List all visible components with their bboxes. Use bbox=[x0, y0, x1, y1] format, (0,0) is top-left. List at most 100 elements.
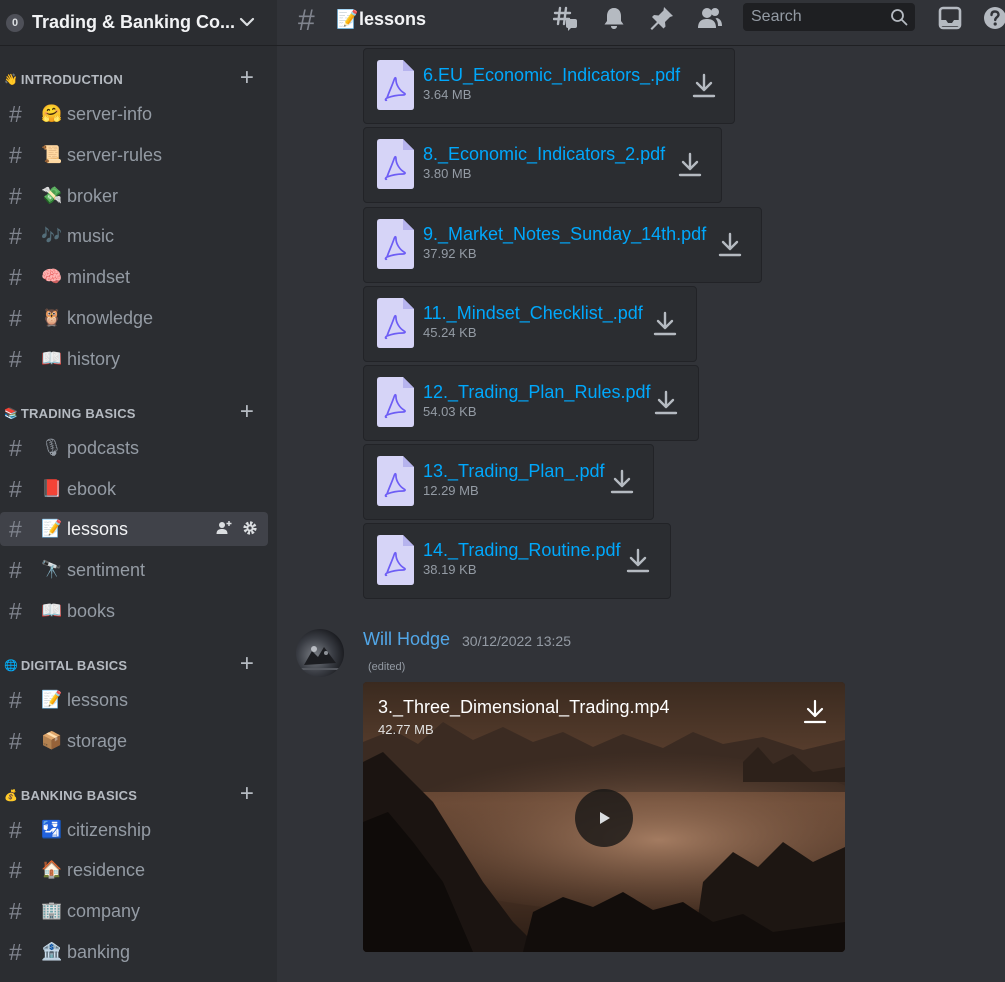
category-label: BANKING BASICS bbox=[20, 787, 138, 803]
channel-history[interactable]: # 📖 history bbox=[0, 342, 268, 376]
video-attachment[interactable]: 3._Three_Dimensional_Trading.mp4 42.77 M… bbox=[363, 682, 845, 952]
hash-icon: # bbox=[298, 4, 315, 37]
channel-emoji: 📝 bbox=[41, 690, 63, 709]
bell-icon[interactable] bbox=[601, 5, 627, 31]
channel-company[interactable]: # 🏢 company bbox=[0, 894, 268, 928]
file-size: 45.24 KB bbox=[423, 325, 477, 340]
channel-server-info[interactable]: # 🤗 server-info bbox=[0, 97, 268, 131]
threads-icon[interactable] bbox=[553, 5, 579, 31]
video-file-name: 3._Three_Dimensional_Trading.mp4 bbox=[378, 697, 670, 717]
category-introduction[interactable]: 👋 INTRODUCTION + bbox=[0, 65, 277, 93]
channel-storage[interactable]: # 📦 storage bbox=[0, 724, 268, 758]
avatar[interactable] bbox=[296, 629, 344, 677]
hash-icon: # bbox=[9, 345, 22, 372]
edited-label: (edited) bbox=[368, 661, 406, 673]
channel-broker[interactable]: # 💸 broker bbox=[0, 179, 268, 213]
channel-emoji: 📕 bbox=[41, 479, 63, 498]
hash-icon: # bbox=[9, 263, 22, 290]
channel-emoji: 🦉 bbox=[41, 308, 63, 327]
server-icon: 0 bbox=[6, 13, 24, 32]
download-icon[interactable] bbox=[803, 698, 827, 726]
hash-icon: # bbox=[9, 816, 22, 843]
channel-label: books bbox=[67, 600, 116, 621]
channel-emoji: 📜 bbox=[41, 145, 63, 164]
channel-emoji: 🏦 bbox=[41, 942, 63, 961]
file-link[interactable]: 12._Trading_Plan_Rules.pdf bbox=[423, 382, 651, 403]
pdf-file-icon bbox=[377, 377, 414, 427]
download-icon[interactable] bbox=[678, 151, 702, 179]
file-link[interactable]: 13._Trading_Plan_.pdf bbox=[423, 461, 604, 482]
download-icon[interactable] bbox=[718, 231, 742, 259]
channel-label: music bbox=[67, 225, 115, 246]
message-author[interactable]: Will Hodge bbox=[363, 629, 450, 650]
file-attachment: 6.EU_Economic_Indicators_.pdf 3.64 MB bbox=[363, 48, 735, 124]
create-channel-plus-icon[interactable]: + bbox=[237, 66, 257, 91]
category-emoji: 💰 bbox=[4, 789, 18, 802]
category-emoji: 👋 bbox=[4, 73, 18, 86]
file-attachment: 8._Economic_Indicators_2.pdf 3.80 MB bbox=[363, 127, 722, 203]
channel-podcasts[interactable]: # 🎙 podcasts bbox=[0, 431, 268, 465]
channel-server-rules[interactable]: # 📜 server-rules bbox=[0, 138, 268, 172]
category-banking-basics[interactable]: 💰 BANKING BASICS + bbox=[0, 781, 277, 809]
channel-emoji: 💸 bbox=[41, 186, 63, 205]
channel-label: podcasts bbox=[67, 437, 140, 458]
category-trading-basics[interactable]: 📚 TRADING BASICS + bbox=[0, 399, 277, 427]
category-digital-basics[interactable]: 🌐 DIGITAL BASICS + bbox=[0, 651, 277, 679]
file-attachment: 13._Trading_Plan_.pdf 12.29 MB bbox=[363, 444, 654, 520]
file-link[interactable]: 14._Trading_Routine.pdf bbox=[423, 540, 620, 561]
download-icon[interactable] bbox=[653, 310, 677, 338]
pin-icon[interactable] bbox=[649, 5, 675, 31]
channel-lessons[interactable]: # 📝 lessons bbox=[0, 683, 268, 717]
channel-music[interactable]: # 🎶 music bbox=[0, 219, 268, 253]
channel-label: banking bbox=[67, 941, 131, 962]
hash-icon: # bbox=[9, 182, 22, 209]
download-icon[interactable] bbox=[610, 468, 634, 496]
channel-emoji: 🤗 bbox=[41, 104, 63, 123]
pdf-file-icon bbox=[377, 456, 414, 506]
inbox-icon[interactable] bbox=[937, 5, 963, 31]
download-icon[interactable] bbox=[692, 72, 716, 100]
create-channel-plus-icon[interactable]: + bbox=[237, 400, 257, 425]
download-icon[interactable] bbox=[626, 547, 650, 575]
play-icon bbox=[600, 812, 610, 824]
channel-sidebar: 0 Trading & Banking Co... 👋 INTRODUCTION… bbox=[0, 0, 277, 982]
channel-books[interactable]: # 📖 books bbox=[0, 594, 268, 628]
file-link[interactable]: 8._Economic_Indicators_2.pdf bbox=[423, 144, 665, 165]
hash-icon: # bbox=[9, 475, 22, 502]
file-link[interactable]: 11._Mindset_Checklist_.pdf bbox=[423, 303, 643, 324]
channel-label: ebook bbox=[67, 478, 117, 499]
file-link[interactable]: 6.EU_Economic_Indicators_.pdf bbox=[423, 65, 680, 86]
channel-label: knowledge bbox=[67, 307, 154, 328]
download-icon[interactable] bbox=[654, 389, 678, 417]
server-header[interactable]: 0 Trading & Banking Co... bbox=[0, 0, 277, 46]
channel-emoji: 🛂 bbox=[41, 820, 63, 839]
file-attachment: 14._Trading_Routine.pdf 38.19 KB bbox=[363, 523, 671, 599]
channel-label: history bbox=[67, 348, 121, 369]
file-link[interactable]: 9._Market_Notes_Sunday_14th.pdf bbox=[423, 224, 706, 245]
channel-emoji: 📝 bbox=[336, 9, 359, 29]
channel-emoji: 🎶 bbox=[41, 226, 63, 245]
member-list-icon[interactable] bbox=[697, 5, 723, 31]
gear-icon[interactable] bbox=[242, 520, 258, 536]
invite-user-icon[interactable] bbox=[216, 520, 232, 536]
channel-sentiment[interactable]: # 🔭 sentiment bbox=[0, 553, 268, 587]
channel-mindset[interactable]: # 🧠 mindset bbox=[0, 260, 268, 294]
channel-ebook[interactable]: # 📕 ebook bbox=[0, 472, 268, 506]
channel-lessons-active[interactable]: # 📝 lessons bbox=[0, 512, 268, 546]
create-channel-plus-icon[interactable]: + bbox=[237, 652, 257, 677]
create-channel-plus-icon[interactable]: + bbox=[237, 782, 257, 807]
category-label: INTRODUCTION bbox=[20, 71, 123, 87]
channel-citizenship[interactable]: # 🛂 citizenship bbox=[0, 813, 268, 847]
chevron-down-icon[interactable] bbox=[237, 12, 257, 32]
channel-label: lessons bbox=[67, 518, 129, 539]
channel-title: lessons bbox=[359, 9, 427, 29]
channel-residence[interactable]: # 🏠 residence bbox=[0, 853, 268, 887]
file-size: 38.19 KB bbox=[423, 562, 477, 577]
play-button[interactable] bbox=[575, 789, 633, 847]
channel-knowledge[interactable]: # 🦉 knowledge bbox=[0, 301, 268, 335]
channel-label: lessons bbox=[67, 689, 129, 710]
pdf-file-icon bbox=[377, 219, 414, 269]
channel-banking[interactable]: # 🏦 banking bbox=[0, 935, 268, 969]
channel-emoji: 🏠 bbox=[41, 860, 63, 879]
help-icon[interactable] bbox=[982, 5, 1005, 31]
